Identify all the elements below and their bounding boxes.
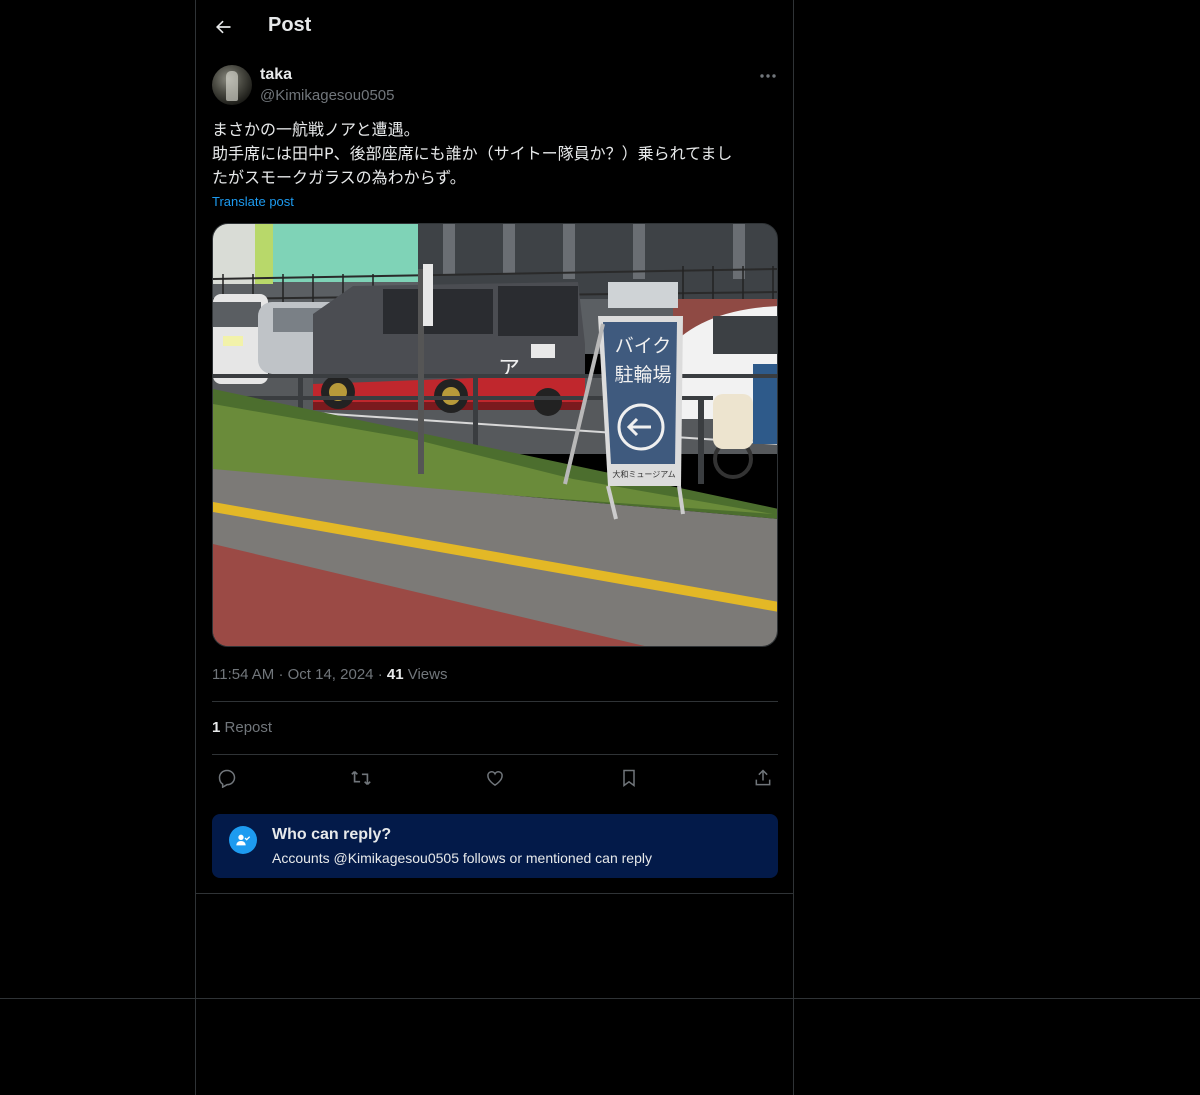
repost-icon [351,770,371,786]
post-photo[interactable]: ア バイク 駐輪場 大和ミュージアム [212,223,778,647]
post-time[interactable]: 11:54 AM [212,666,274,683]
page-title: Post [268,14,312,36]
divider [212,754,778,755]
bookmark-button[interactable] [614,764,644,792]
meta-dot: · [278,666,288,683]
who-can-reply-subtitle: Accounts @Kimikagesou0505 follows or men… [272,850,652,866]
who-can-reply-notice: Who can reply? Accounts @Kimikagesou0505… [212,814,778,878]
sign-line-1: バイク [615,335,672,357]
repost-count: 1 [212,719,221,736]
person-check-icon [229,826,257,854]
meta-dot: · [377,666,387,683]
back-button[interactable] [210,14,236,40]
reply-button[interactable] [212,764,242,792]
repost-stat[interactable]: 1 Repost [212,719,272,736]
more-horizontal-icon [760,74,776,78]
repost-button[interactable] [346,764,376,792]
translate-link[interactable]: Translate post [212,194,294,209]
like-icon [487,771,503,786]
divider [0,998,1200,999]
views-count: 41 [386,666,404,683]
sign-line-2: 駐輪場 [614,364,671,386]
main-column: Post taka @Kimikagesou0505 まさかの一航戦ノアと遭遇。… [195,0,794,1095]
views-label: Views [407,666,448,683]
share-button[interactable] [748,764,778,792]
like-button[interactable] [480,764,510,792]
more-button[interactable] [754,66,782,86]
post-text: まさかの一航戦ノアと遭遇。 助手席には田中P、後部座席にも誰か（サイトー隊員か？… [212,120,733,187]
bookmark-icon [623,769,635,787]
repost-label: Repost [224,719,273,736]
arrow-left-icon [216,20,231,34]
avatar[interactable] [212,65,252,105]
top-bar: Post [196,0,795,53]
photo-scene: ア バイク 駐輪場 大和ミュージアム [213,224,777,646]
divider [212,701,778,702]
author-handle[interactable]: @Kimikagesou0505 [260,87,394,104]
post-meta: 11:54 AM · Oct 14, 2024 · 41 Views [212,666,447,683]
action-bar [212,764,778,792]
post-date[interactable]: Oct 14, 2024 [288,666,374,683]
reply-icon [218,769,236,788]
author-name[interactable]: taka [260,66,292,84]
share-icon [755,769,771,786]
who-can-reply-title: Who can reply? [272,826,392,843]
van-letter: ア [498,357,520,382]
sign-footer: 大和ミュージアム [612,469,675,479]
divider [195,893,794,894]
